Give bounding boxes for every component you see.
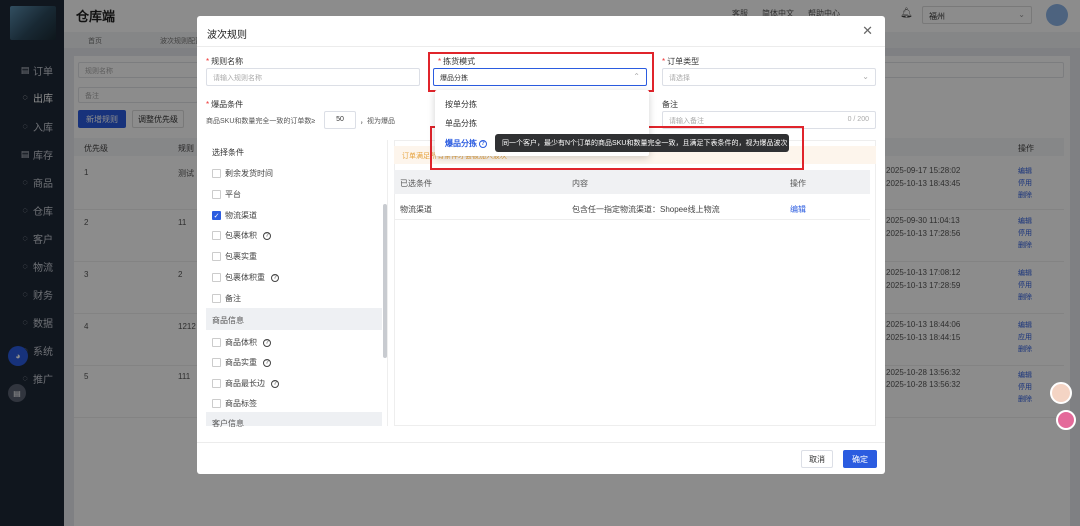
condition-package-weight[interactable]: 包裹实重 — [212, 251, 257, 262]
help-icon[interactable]: ? — [479, 139, 487, 148]
chevron-down-icon: ⌄ — [862, 72, 869, 81]
condition-package-volumetric[interactable]: 包裹体积重? — [212, 272, 279, 283]
checkbox[interactable] — [212, 190, 221, 199]
hot-threshold-input[interactable]: 50 — [324, 111, 356, 129]
condition-product-volume[interactable]: 商品体积? — [212, 337, 271, 348]
checkbox-checked[interactable]: ✓ — [212, 211, 221, 220]
condition-package-volume[interactable]: 包裹体积? — [212, 230, 271, 241]
highlight-box — [428, 52, 654, 92]
order-type-label: * 订单类型 — [662, 57, 700, 66]
checkbox[interactable] — [212, 358, 221, 367]
close-icon[interactable]: ✕ — [862, 23, 873, 39]
header-content: 内容 — [572, 179, 588, 188]
condition-header: 选择条件 — [212, 148, 244, 157]
help-icon[interactable]: ? — [263, 338, 271, 347]
hot-condition-label: * 爆品条件 — [206, 100, 244, 109]
option-by-order[interactable]: 按单分拣 — [445, 99, 477, 110]
row-condition: 物流渠道 — [400, 205, 432, 214]
chat-bubble-icon[interactable] — [1056, 410, 1076, 430]
condition-remaining-time[interactable]: 剩余发货时间 — [212, 168, 273, 179]
condition-product-weight[interactable]: 商品实重? — [212, 357, 271, 368]
checkbox[interactable] — [212, 379, 221, 388]
table-row: 物流渠道 包含任一指定物流渠道：Shopee线上物流 编辑 — [394, 196, 870, 220]
modal-title: 波次规则 — [207, 30, 247, 41]
checkbox[interactable] — [212, 399, 221, 408]
condition-product-tag[interactable]: 商品标签 — [212, 398, 257, 409]
condition-logistics-channel[interactable]: ✓ 物流渠道 — [212, 210, 257, 221]
order-type-select[interactable]: 请选择 ⌄ — [662, 68, 876, 86]
header-condition: 已选条件 — [400, 179, 432, 188]
hot-condition-text: 商品SKU和数量完全一致的订单数≥ — [206, 118, 316, 125]
checkbox[interactable] — [212, 273, 221, 282]
confirm-button[interactable]: 确定 — [843, 450, 877, 468]
checkbox[interactable] — [212, 169, 221, 178]
group-customer-info: 客户信息 — [206, 412, 382, 428]
cancel-button[interactable]: 取消 — [801, 450, 833, 468]
checkbox[interactable] — [212, 338, 221, 347]
condition-product-longest-side[interactable]: 商品最长边? — [212, 378, 279, 389]
help-icon[interactable]: ? — [263, 358, 271, 367]
support-avatar[interactable] — [1050, 382, 1072, 404]
condition-remark[interactable]: 备注 — [212, 293, 241, 304]
remark-counter: 0 / 200 — [847, 116, 869, 123]
rule-name-label: * 规则名称 — [206, 57, 244, 66]
checkbox[interactable] — [212, 252, 221, 261]
divider — [197, 46, 885, 47]
option-single-item[interactable]: 单品分拣 — [445, 118, 477, 129]
scrollbar[interactable] — [383, 204, 387, 358]
help-icon[interactable]: ? — [263, 231, 271, 240]
edit-link[interactable]: 编辑 — [790, 204, 806, 215]
option-hot-item[interactable]: 爆品分拣? — [445, 138, 487, 149]
divider — [197, 442, 885, 443]
checkbox[interactable] — [212, 294, 221, 303]
remark-label: 备注 — [662, 100, 678, 109]
help-icon[interactable]: ? — [271, 379, 279, 388]
row-content: 包含任一指定物流渠道：Shopee线上物流 — [572, 205, 720, 214]
rule-name-input[interactable]: 请输入规则名称 — [206, 68, 420, 86]
help-icon[interactable]: ? — [271, 273, 279, 282]
hot-item-tooltip: 同一个客户，最少有N个订单的商品SKU和数量完全一致，且满足下表条件的，视为爆品… — [495, 134, 789, 152]
checkbox[interactable] — [212, 231, 221, 240]
condition-platform[interactable]: 平台 — [212, 189, 241, 200]
hot-condition-suffix: ，视为爆品 — [360, 118, 395, 125]
selected-table-header: 已选条件 内容 操作 — [394, 170, 870, 194]
group-product-info: 商品信息 — [206, 308, 382, 330]
header-op: 操作 — [790, 179, 806, 188]
